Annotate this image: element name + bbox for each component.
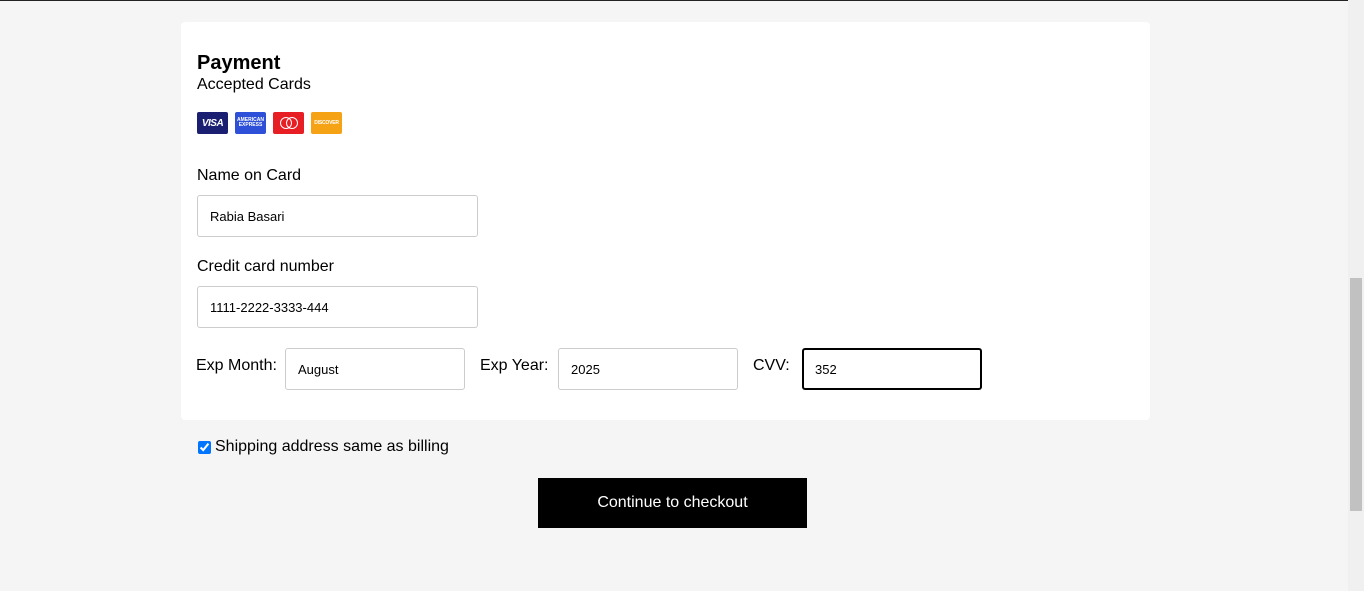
shipping-same-checkbox[interactable] xyxy=(198,440,211,454)
exp-month-label: Exp Month: xyxy=(196,357,277,374)
accepted-cards-label: Accepted Cards xyxy=(197,76,311,93)
payment-title: Payment xyxy=(197,52,281,74)
discover-icon: DISCOVER xyxy=(311,112,342,134)
amex-icon-line2: EXPRESS xyxy=(238,122,263,128)
credit-card-number-input[interactable] xyxy=(197,286,478,328)
exp-year-label: Exp Year: xyxy=(480,357,549,374)
cvv-label: CVV: xyxy=(753,357,790,374)
name-on-card-label: Name on Card xyxy=(197,167,302,184)
exp-month-input[interactable] xyxy=(285,348,465,390)
exp-year-input[interactable] xyxy=(558,348,738,390)
visa-icon: VISA xyxy=(197,112,228,134)
shipping-same-label[interactable]: Shipping address same as billing xyxy=(215,438,449,456)
accepted-cards-row: VISA AMERICAN EXPRESS DISCOVER xyxy=(197,112,342,134)
name-on-card-input[interactable] xyxy=(197,195,478,237)
mastercard-icon xyxy=(273,112,304,134)
amex-icon: AMERICAN EXPRESS xyxy=(235,112,266,134)
shipping-same-row: Shipping address same as billing xyxy=(198,438,449,456)
payment-card: Payment Accepted Cards VISA AMERICAN EXP… xyxy=(181,22,1150,420)
vertical-scrollbar[interactable] xyxy=(1348,0,1364,591)
cvv-input[interactable] xyxy=(802,348,982,390)
credit-card-number-label: Credit card number xyxy=(197,258,334,275)
continue-to-checkout-button[interactable]: Continue to checkout xyxy=(538,478,807,528)
scrollbar-thumb[interactable] xyxy=(1350,278,1362,511)
top-border xyxy=(0,0,1364,1)
